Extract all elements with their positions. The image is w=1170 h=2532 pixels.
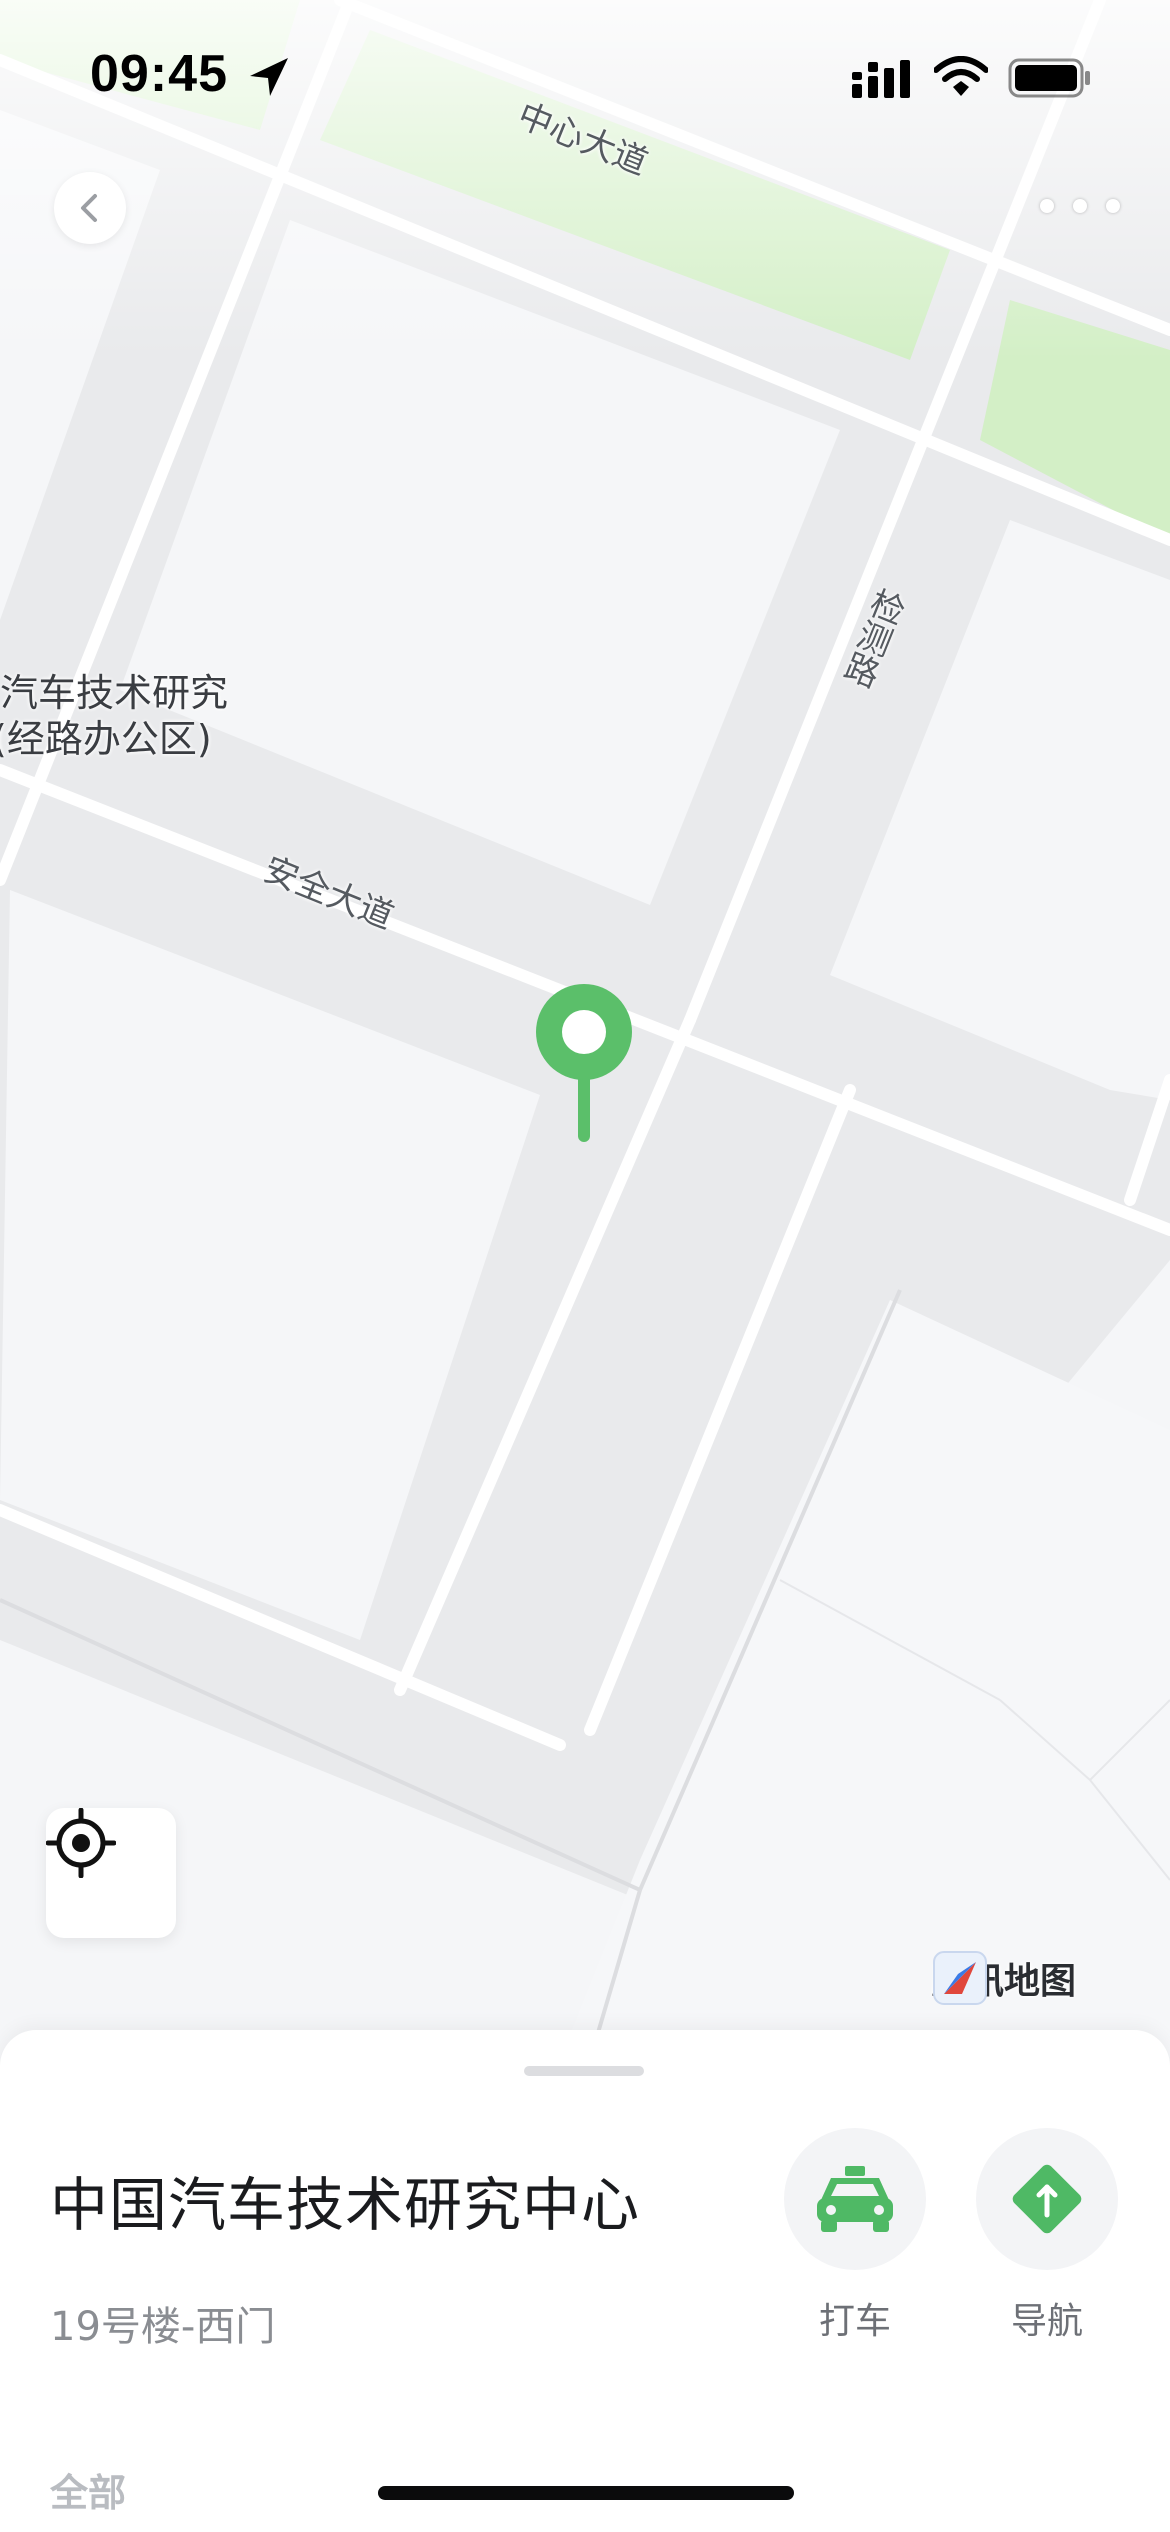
more-button[interactable] bbox=[1040, 186, 1120, 226]
navigate-label: 导航 bbox=[1010, 2301, 1083, 2342]
map-provider-logo: 腾讯地图 bbox=[932, 1950, 1076, 2006]
taxi-button[interactable]: 打车 bbox=[780, 2128, 930, 2344]
poi-label[interactable]: 汽车技术研究 (经路办公区) bbox=[0, 670, 228, 762]
status-time: 09:45 bbox=[90, 45, 228, 103]
home-indicator[interactable] bbox=[378, 2486, 794, 2500]
poi-label-line1: 汽车技术研究 bbox=[0, 671, 229, 715]
crosshair-icon bbox=[46, 1808, 116, 1878]
wifi-icon bbox=[934, 56, 988, 96]
navigation-icon bbox=[1012, 2164, 1082, 2234]
poi-label-line2: (经路办公区) bbox=[0, 717, 212, 761]
taxi-button-circle[interactable] bbox=[784, 2128, 926, 2270]
signal-icon bbox=[852, 60, 910, 98]
more-dots-icon bbox=[1106, 199, 1120, 213]
more-dots-icon bbox=[1073, 199, 1087, 213]
sheet-drag-handle[interactable] bbox=[524, 2066, 644, 2076]
status-bar: 09:45 bbox=[0, 0, 1170, 150]
map-pin-icon bbox=[536, 984, 632, 1142]
map-view[interactable]: 中心大道 检测路 安全大道 汽车技术研究 (经路办公区) 腾讯地图 bbox=[0, 0, 1170, 2060]
taxi-icon bbox=[817, 2166, 893, 2232]
place-detail-sheet[interactable]: 中国汽车技术研究中心 19号楼-西门 打车 导航 全部 bbox=[0, 2030, 1170, 2532]
navigate-button-circle[interactable] bbox=[976, 2128, 1118, 2270]
more-dots-icon bbox=[1040, 199, 1054, 213]
place-subtitle: 19号楼-西门 bbox=[50, 2304, 276, 2350]
place-title: 中国汽车技术研究中心 bbox=[50, 2171, 641, 2239]
battery-icon bbox=[1008, 58, 1090, 98]
map-pin[interactable] bbox=[534, 982, 634, 1142]
navigate-button[interactable]: 导航 bbox=[972, 2128, 1122, 2344]
taxi-label: 打车 bbox=[818, 2301, 891, 2342]
tencent-map-icon bbox=[933, 1951, 987, 2005]
location-arrow-icon bbox=[250, 58, 288, 96]
filter-tab-all[interactable]: 全部 bbox=[50, 2462, 126, 2517]
locate-me-button[interactable] bbox=[46, 1808, 176, 1938]
back-button[interactable] bbox=[54, 172, 126, 244]
chevron-left-icon bbox=[81, 194, 97, 222]
